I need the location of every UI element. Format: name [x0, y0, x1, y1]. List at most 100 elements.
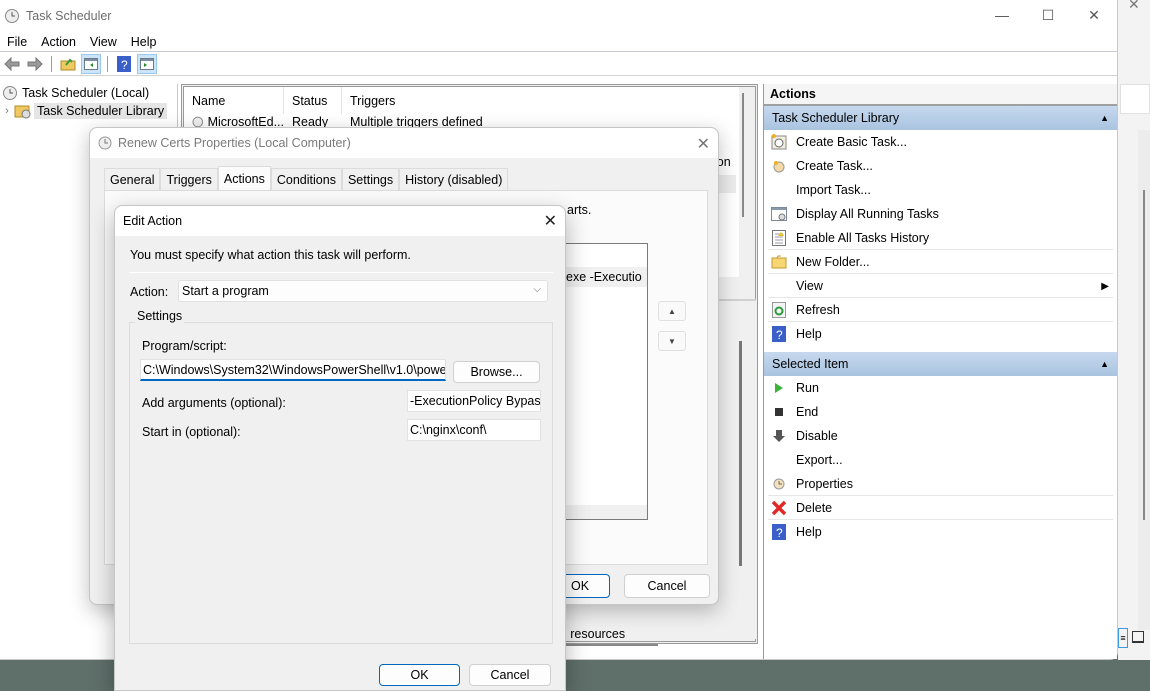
folder-clock-icon [14, 105, 31, 119]
menu-action[interactable]: Action [36, 35, 81, 49]
tab-settings[interactable]: Settings [341, 168, 400, 190]
edit-action-message: You must specify what action this task w… [130, 248, 411, 262]
action-export[interactable]: Export... [764, 448, 1117, 472]
menu-view[interactable]: View [85, 35, 122, 49]
large-icons-view-icon[interactable] [1132, 631, 1144, 643]
title-bar: Task Scheduler — ☐ ✕ [0, 0, 1117, 32]
window-title: Task Scheduler [26, 9, 112, 23]
help-icon: ? [770, 325, 788, 343]
action-help-selected[interactable]: ? Help [764, 520, 1117, 544]
caret-up-icon: ▲ [668, 306, 676, 316]
properties-icon [770, 475, 788, 493]
action-end[interactable]: End [764, 400, 1117, 424]
refresh-icon [770, 301, 788, 319]
detail-scrollbar[interactable] [739, 341, 742, 566]
background-panel [1120, 84, 1150, 114]
forward-button[interactable] [25, 54, 45, 74]
action-create-basic-task[interactable]: Create Basic Task... [764, 130, 1117, 154]
help-button[interactable]: ? [114, 54, 134, 74]
program-script-label: Program/script: [142, 339, 227, 353]
detail-hscrollbar[interactable] [564, 644, 658, 646]
action-enable-all-tasks-history[interactable]: Enable All Tasks History [764, 226, 1117, 250]
column-header-name[interactable]: Name [184, 87, 284, 114]
action-import-task[interactable]: Import Task... [764, 178, 1117, 202]
action-display-all-running-tasks[interactable]: Display All Running Tasks [764, 202, 1117, 226]
action-select[interactable]: Start a program ⌵ [178, 280, 548, 302]
tree-item-task-scheduler-library[interactable]: › Task Scheduler Library [0, 102, 177, 120]
move-down-button[interactable]: ▼ [658, 331, 686, 351]
section-selected-item[interactable]: Selected Item ▲ [764, 352, 1117, 376]
partial-detail-text: l resources [564, 627, 626, 641]
delete-icon [770, 499, 788, 517]
tab-conditions[interactable]: Conditions [270, 168, 342, 190]
background-close-icon: ✕ [1128, 0, 1140, 12]
back-button[interactable] [2, 54, 22, 74]
action-view[interactable]: View ▶ [764, 274, 1117, 298]
details-view-icon[interactable]: ≡ [1118, 628, 1128, 648]
tab-history[interactable]: History (disabled) [399, 168, 509, 190]
column-header-triggers[interactable]: Triggers [342, 87, 737, 114]
minimize-button[interactable]: — [979, 0, 1025, 30]
settings-group-label: Settings [135, 309, 185, 323]
cancel-button[interactable]: Cancel [469, 664, 551, 686]
action-properties[interactable]: Properties [764, 472, 1117, 496]
show-hide-action-pane-button[interactable] [137, 53, 157, 74]
menu-help[interactable]: Help [126, 35, 162, 49]
browse-button[interactable]: Browse... [453, 361, 540, 383]
ok-button[interactable]: OK [379, 664, 460, 686]
run-icon [770, 379, 788, 397]
tree-item-task-scheduler-local[interactable]: Task Scheduler (Local) [0, 84, 177, 102]
history-icon [770, 229, 788, 247]
action-disable[interactable]: Disable [764, 424, 1117, 448]
start-in-input[interactable]: C:\nginx\conf\ [407, 419, 541, 441]
submenu-arrow-icon: ▶ [1101, 280, 1109, 292]
action-run[interactable]: Run [764, 376, 1117, 400]
svg-text:?: ? [776, 526, 783, 540]
start-in-label: Start in (optional): [142, 425, 241, 439]
menu-file[interactable]: File [2, 35, 32, 49]
chevron-right-icon[interactable]: › [0, 105, 14, 117]
toolbar: ? [0, 52, 1117, 76]
disable-icon [770, 427, 788, 445]
close-button[interactable]: ✕ [1071, 0, 1117, 30]
column-header-status[interactable]: Status [284, 87, 342, 114]
properties-cancel-button[interactable]: Cancel [624, 574, 710, 598]
back-icon [4, 56, 20, 71]
background-scrollbar [1138, 130, 1150, 630]
forward-icon [27, 56, 43, 71]
svg-text:?: ? [121, 58, 128, 72]
show-hide-console-tree-button[interactable] [81, 53, 101, 74]
tab-triggers[interactable]: Triggers [160, 168, 218, 190]
action-create-task[interactable]: Create Task... [764, 154, 1117, 178]
edit-action-dialog: Edit Action ✕ You must specify what acti… [114, 205, 566, 691]
section-task-scheduler-library[interactable]: Task Scheduler Library ▲ [764, 106, 1117, 130]
actions-pane: Actions Task Scheduler Library ▲ Create … [763, 84, 1117, 659]
help-icon: ? [770, 523, 788, 541]
svg-text:?: ? [776, 328, 783, 342]
up-folder-icon [60, 58, 76, 70]
chevron-down-icon: ⌵ [533, 284, 541, 295]
background-window: ✕ ≡ [1118, 0, 1150, 660]
add-arguments-input[interactable]: -ExecutionPolicy Bypass [407, 390, 541, 412]
action-refresh[interactable]: Refresh [764, 298, 1117, 322]
clock-icon [3, 86, 17, 100]
tab-general[interactable]: General [104, 168, 161, 190]
action-new-folder[interactable]: New Folder... [764, 250, 1117, 274]
tab-actions[interactable]: Actions [217, 166, 271, 190]
program-script-input[interactable]: C:\Windows\System32\WindowsPowerShell\v1… [140, 359, 446, 381]
collapse-icon[interactable]: ▲ [1100, 359, 1109, 369]
edit-action-close-button[interactable]: ✕ [544, 211, 557, 231]
action-delete[interactable]: Delete [764, 496, 1117, 520]
up-folder-button[interactable] [58, 54, 78, 74]
edit-action-title: Edit Action [115, 206, 565, 236]
end-icon [770, 403, 788, 421]
collapse-icon[interactable]: ▲ [1100, 113, 1109, 123]
vertical-scrollbar[interactable] [742, 93, 744, 217]
clock-icon [5, 9, 19, 23]
move-up-button[interactable]: ▲ [658, 301, 686, 321]
properties-close-button[interactable]: ✕ [697, 134, 710, 154]
toolbar-separator [107, 55, 108, 72]
action-help[interactable]: ? Help [764, 322, 1117, 346]
maximize-button[interactable]: ☐ [1025, 0, 1071, 30]
divider [129, 272, 553, 273]
